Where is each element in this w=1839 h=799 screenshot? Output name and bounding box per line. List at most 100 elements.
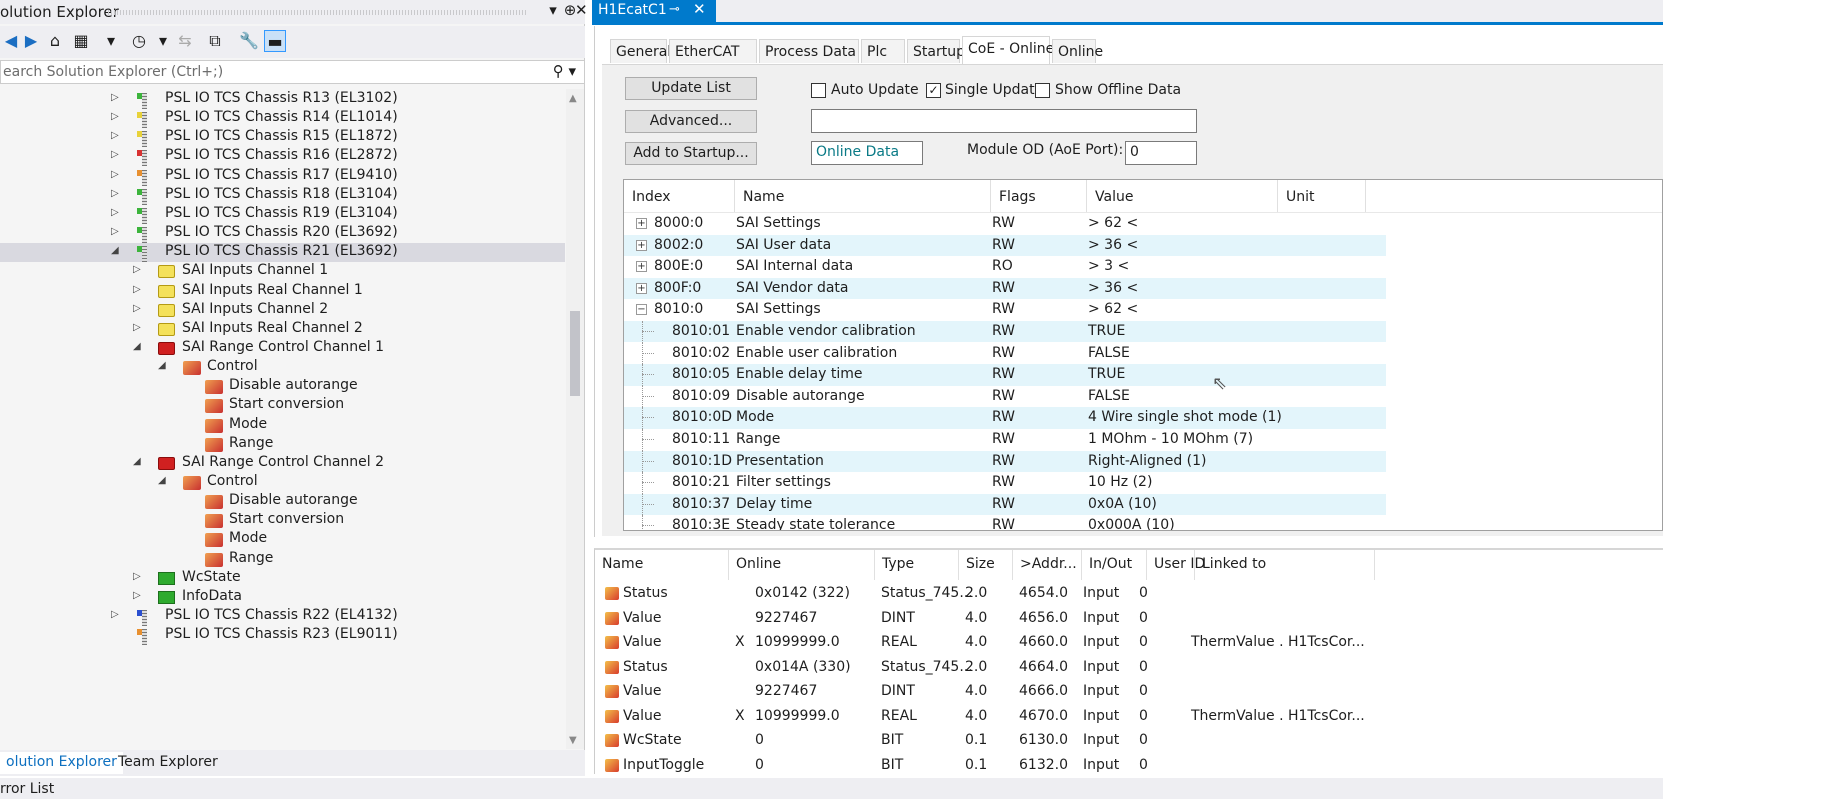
variable-row[interactable]: InputToggle 0 BIT 0.1 6132.0 Input 0 <box>595 754 1664 778</box>
pending-changes-icon[interactable]: ◷ <box>128 30 150 52</box>
tree-item[interactable]: ▷ PSL IO TCS Chassis R14 (EL1014) <box>0 109 565 129</box>
add-to-startup-button[interactable]: Add to Startup... <box>625 142 757 165</box>
single-update-checkbox[interactable]: ✓ <box>926 83 941 98</box>
row-value[interactable]: FALSE <box>1088 388 1130 404</box>
chevron-right-icon[interactable]: ▷ <box>111 609 123 620</box>
column-header-unit[interactable]: Unit <box>1278 180 1366 212</box>
tab-plc[interactable]: Plc <box>861 39 905 63</box>
column-header--addr-[interactable]: >Addr... <box>1013 550 1082 580</box>
switch-views-icon[interactable]: ▦ <box>70 30 92 52</box>
variable-row[interactable]: Status 0x014A (330) Status_745... 2.0 4664.0… <box>595 656 1664 680</box>
grid-row[interactable]: +8000:0 SAI Settings RW > 62 < <box>624 213 1662 234</box>
chevron-right-icon[interactable]: ▷ <box>133 264 145 275</box>
tree-item[interactable]: ◢ SAI Range Control Channel 1 <box>0 339 565 358</box>
tree-item[interactable]: ▷ SAI Inputs Real Channel 1 <box>0 282 565 301</box>
grid-row[interactable]: 8010:1D Presentation RW Right-Aligned (1) <box>624 450 1662 473</box>
grid-row[interactable]: 8010:02 Enable user calibration RW FALSE <box>624 342 1662 365</box>
row-value[interactable]: 4 Wire single shot mode (1) <box>1088 409 1282 425</box>
row-value[interactable]: TRUE <box>1088 366 1125 382</box>
tab-startup[interactable]: Startup <box>907 39 965 63</box>
chevron-right-icon[interactable]: ▷ <box>133 571 145 582</box>
tree-item[interactable]: Start conversion <box>0 511 565 530</box>
collapse-icon[interactable]: − <box>636 304 647 316</box>
search-icon[interactable]: ⚲ ▾ <box>553 62 576 80</box>
row-value[interactable]: > 62 < <box>1088 215 1138 231</box>
tree-item[interactable]: ◢ Control <box>0 358 565 377</box>
grid-row[interactable]: −8010:0 SAI Settings RW > 62 < <box>624 299 1662 320</box>
chevron-right-icon[interactable]: ▷ <box>111 130 123 141</box>
pin-icon[interactable]: ⊸ <box>669 2 680 17</box>
variable-row[interactable]: WcState 0 BIT 0.1 6130.0 Input 0 <box>595 729 1664 753</box>
column-header-in-out[interactable]: In/Out <box>1082 550 1147 580</box>
home-icon[interactable]: ⌂ <box>44 30 66 52</box>
tree-item[interactable]: Mode <box>0 530 565 549</box>
tree-item[interactable]: Disable autorange <box>0 377 565 396</box>
chevron-down-icon[interactable]: ◢ <box>133 456 145 467</box>
row-value[interactable]: > 36 < <box>1088 237 1138 253</box>
chevron-down-icon[interactable]: ◢ <box>133 341 145 352</box>
tab-solution-explorer[interactable]: olution Explorer <box>0 752 123 774</box>
titlebar-grip[interactable] <box>108 10 528 15</box>
chevron-right-icon[interactable]: ▷ <box>111 188 123 199</box>
variable-row[interactable]: Status 0x0142 (322) Status_745... 2.0 4654.0… <box>595 582 1664 606</box>
tree-item[interactable]: ▷ SAI Inputs Channel 2 <box>0 301 565 320</box>
error-list-bar[interactable]: rror List <box>0 778 1663 799</box>
chevron-right-icon[interactable]: ▷ <box>133 284 145 295</box>
document-tab-title[interactable]: H1EcatC1 <box>598 2 667 18</box>
scroll-up-icon[interactable]: ▲ <box>569 93 577 104</box>
scroll-down-icon[interactable]: ▼ <box>569 735 577 746</box>
column-header-user-id[interactable]: User ID <box>1147 550 1205 580</box>
grid-row[interactable]: 8010:09 Disable autorange RW FALSE <box>624 385 1662 408</box>
chevron-down-icon[interactable]: ◢ <box>111 245 123 256</box>
close-icon[interactable]: ✕ <box>693 0 706 18</box>
chevron-down-icon[interactable]: ◢ <box>158 360 170 371</box>
update-list-button[interactable]: Update List <box>625 77 757 100</box>
tree-item[interactable]: ▷ PSL IO TCS Chassis R19 (EL3104) <box>0 205 565 224</box>
back-icon[interactable]: ◀ <box>0 30 22 52</box>
variable-row[interactable]: Value 9227467 DINT 4.0 4656.0 Input 0 <box>595 607 1664 631</box>
sync-icon[interactable]: ⇆ <box>174 30 196 52</box>
close-icon[interactable]: ✕ <box>575 1 588 19</box>
tree-item[interactable]: ▷ PSL IO TCS Chassis R20 (EL3692) <box>0 224 565 244</box>
tree-item[interactable]: Start conversion <box>0 396 565 415</box>
expand-icon[interactable]: + <box>636 261 647 273</box>
row-value[interactable]: > 36 < <box>1088 280 1138 296</box>
grid-row[interactable]: 8010:3E Steady state tolerance RW 0x000A (1… <box>624 515 1662 530</box>
expand-icon[interactable]: + <box>636 282 647 294</box>
advanced-field[interactable] <box>811 109 1197 133</box>
chevron-right-icon[interactable]: ▷ <box>111 169 123 180</box>
column-header-index[interactable]: Index <box>624 180 735 212</box>
grid-row[interactable]: 8010:11 Range RW 1 MOhm - 10 MOhm (7) <box>624 429 1662 451</box>
chevron-right-icon[interactable]: ▷ <box>111 226 123 237</box>
tree-item[interactable]: ▷ PSL IO TCS Chassis R13 (EL3102) <box>0 90 565 109</box>
tab-process-data[interactable]: Process Data <box>759 39 859 63</box>
expand-icon[interactable]: + <box>636 239 647 251</box>
row-value[interactable]: > 3 < <box>1088 258 1129 274</box>
chevron-right-icon[interactable]: ▷ <box>111 111 123 122</box>
grid-row[interactable]: 8010:01 Enable vendor calibration RW TRUE <box>624 321 1662 343</box>
chevron-down-icon[interactable]: ◢ <box>158 475 170 486</box>
tree-item[interactable]: ▷ PSL IO TCS Chassis R22 (EL4132) <box>0 607 565 627</box>
column-header-online[interactable]: Online <box>729 550 875 580</box>
tree-scrollbar[interactable]: ▲ ▼ <box>566 89 584 749</box>
variable-row[interactable]: Value 9227467 DINT 4.0 4666.0 Input 0 <box>595 680 1664 704</box>
preview-toggle-icon[interactable]: ▬ <box>264 30 286 52</box>
tree-item[interactable]: ◢ Control <box>0 473 565 492</box>
chevron-right-icon[interactable]: ▷ <box>133 590 145 601</box>
column-header-type[interactable]: Type <box>875 550 959 580</box>
grid-row[interactable]: 8010:37 Delay time RW 0x0A (10) <box>624 493 1662 516</box>
tree-item[interactable]: ▷ SAI Inputs Real Channel 2 <box>0 320 565 339</box>
row-value[interactable]: FALSE <box>1088 345 1130 361</box>
tree-item[interactable]: ▷ WcState <box>0 569 565 588</box>
column-header-name[interactable]: Name <box>735 180 991 212</box>
column-header-size[interactable]: Size <box>959 550 1013 580</box>
expand-icon[interactable]: + <box>636 218 647 229</box>
variable-row[interactable]: Value X 10999999.0 REAL 4.0 4660.0 Input 0 Therm… <box>595 631 1664 655</box>
column-header-name[interactable]: Name <box>595 550 729 580</box>
tree-item[interactable]: PSL IO TCS Chassis R23 (EL9011) <box>0 626 565 646</box>
tree-item[interactable]: ▷ PSL IO TCS Chassis R15 (EL1872) <box>0 128 565 148</box>
row-value[interactable]: 10 Hz (2) <box>1088 474 1152 490</box>
chevron-right-icon[interactable]: ▷ <box>133 303 145 314</box>
tab-online[interactable]: Online <box>1052 39 1103 63</box>
row-value[interactable]: > 62 < <box>1088 301 1138 317</box>
